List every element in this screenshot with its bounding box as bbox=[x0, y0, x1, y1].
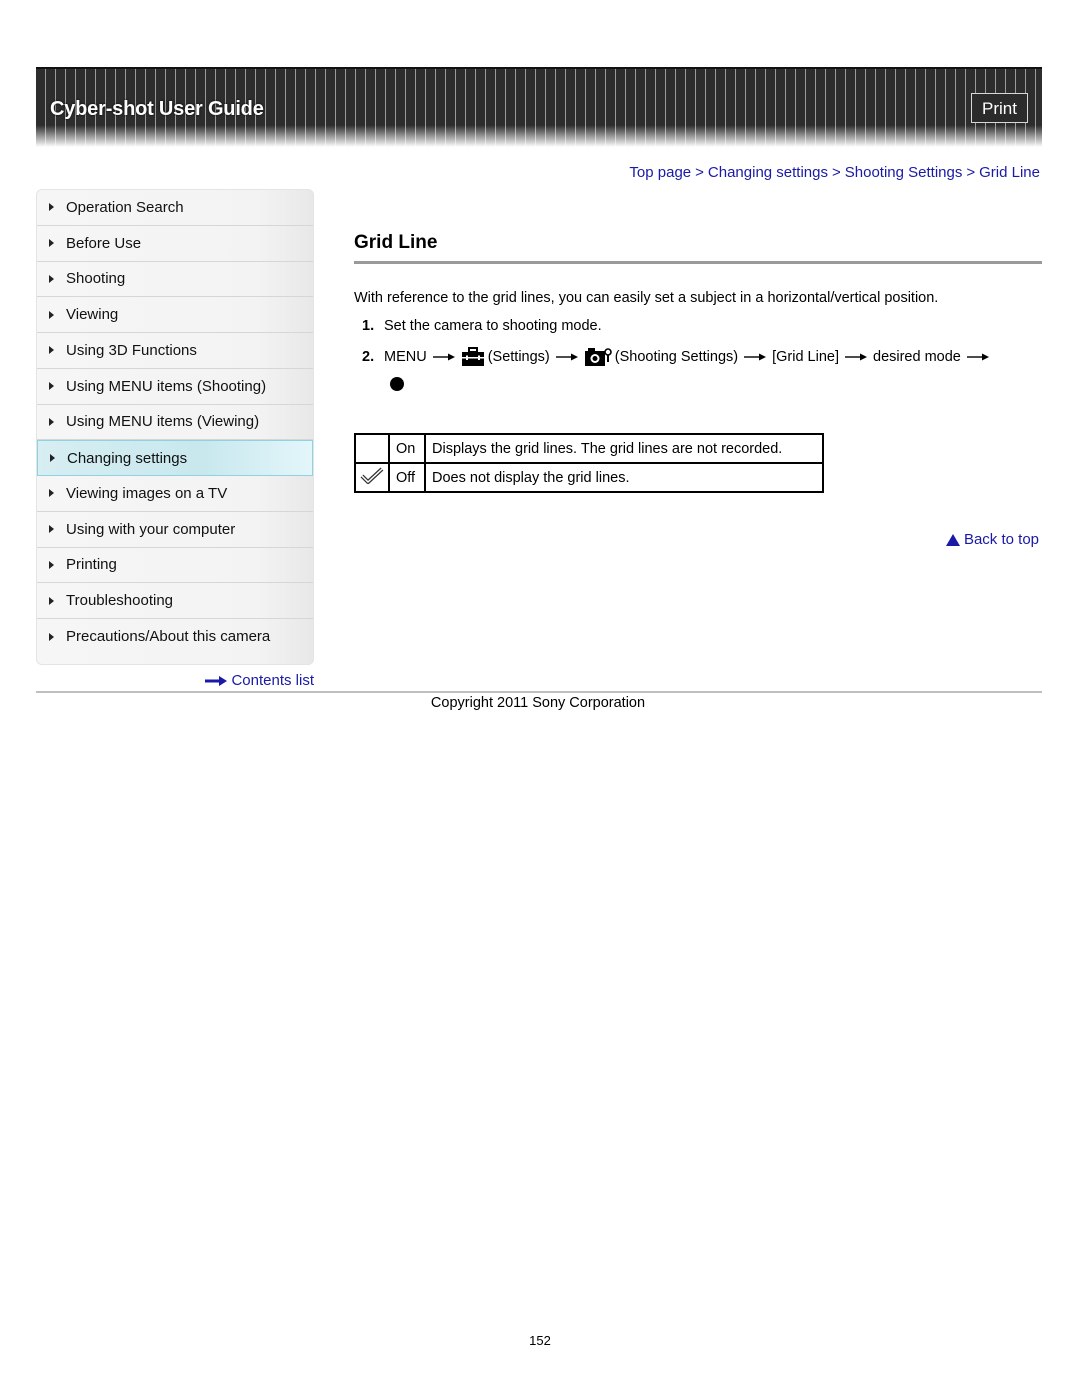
breadcrumb: Top page > Changing settings > Shooting Sett… bbox=[629, 164, 1040, 181]
default-marker-cell bbox=[354, 462, 390, 493]
breadcrumb-separator: > bbox=[966, 164, 976, 181]
table-row: On Displays the grid lines. The grid lin… bbox=[354, 433, 824, 464]
sidebar-item-label: Troubleshooting bbox=[66, 592, 174, 610]
camera-settings-icon bbox=[584, 348, 612, 366]
triangle-right-icon bbox=[49, 560, 54, 569]
page-number: 152 bbox=[529, 1333, 551, 1348]
modes-table: On Displays the grid lines. The grid lin… bbox=[354, 433, 824, 493]
breadcrumb-changing-settings[interactable]: Changing settings bbox=[708, 164, 828, 181]
triangle-right-icon bbox=[49, 203, 54, 212]
step-text: Set the camera to shooting mode. bbox=[384, 318, 602, 334]
triangle-up-icon bbox=[945, 533, 960, 546]
contents-list-link[interactable]: Contents list bbox=[205, 672, 314, 689]
header-banner: Cyber-shot User Guide Print bbox=[36, 67, 1042, 147]
right-arrow-icon bbox=[432, 353, 455, 361]
intro-text: With reference to the grid lines, you ca… bbox=[354, 290, 939, 306]
sidebar-item-menu-shooting[interactable]: Using MENU items (Shooting) bbox=[37, 369, 313, 405]
checkmark-icon bbox=[360, 467, 384, 484]
back-to-top-label: Back to top bbox=[963, 531, 1039, 548]
print-button[interactable]: Print bbox=[971, 93, 1028, 123]
triangle-right-icon bbox=[49, 632, 54, 641]
step-1: 1. Set the camera to shooting mode. bbox=[362, 318, 602, 334]
breadcrumb-shooting-settings[interactable]: Shooting Settings bbox=[845, 164, 963, 181]
breadcrumb-top-page[interactable]: Top page bbox=[629, 164, 691, 181]
mode-description: Displays the grid lines. The grid lines … bbox=[424, 433, 824, 464]
settings-label: (Settings) bbox=[487, 349, 550, 365]
sidebar-item-label: Precautions/About this camera bbox=[66, 628, 271, 646]
table-row: Off Does not display the grid lines. bbox=[354, 462, 824, 493]
sidebar-item-label: Viewing images on a TV bbox=[66, 484, 228, 502]
right-arrow-icon bbox=[966, 353, 989, 361]
sidebar-item-using-with-computer[interactable]: Using with your computer bbox=[37, 512, 313, 548]
page-title: Grid Line bbox=[354, 232, 438, 253]
sidebar-item-precautions[interactable]: Precautions/About this camera bbox=[37, 619, 313, 655]
sidebar-item-label: Shooting bbox=[66, 270, 126, 288]
default-marker-cell bbox=[354, 433, 390, 464]
triangle-right-icon bbox=[49, 310, 54, 319]
triangle-right-icon bbox=[49, 596, 54, 605]
sidebar-item-label: Using 3D Functions bbox=[66, 341, 197, 359]
right-arrow-icon bbox=[845, 353, 867, 361]
triangle-right-icon bbox=[50, 454, 55, 463]
sidebar-item-viewing[interactable]: Viewing bbox=[37, 297, 313, 333]
sidebar-item-operation-search[interactable]: Operation Search bbox=[37, 190, 313, 226]
triangle-right-icon bbox=[49, 239, 54, 248]
sidebar-item-using-3d-functions[interactable]: Using 3D Functions bbox=[37, 333, 313, 369]
breadcrumb-separator: > bbox=[695, 164, 704, 181]
right-arrow-icon bbox=[205, 675, 228, 686]
back-to-top-link[interactable]: Back to top bbox=[945, 531, 1039, 548]
breadcrumb-grid-line[interactable]: Grid Line bbox=[979, 164, 1040, 181]
breadcrumb-separator: > bbox=[832, 164, 841, 181]
footer-divider bbox=[36, 691, 1042, 693]
step-number: 1. bbox=[362, 318, 375, 334]
right-arrow-icon bbox=[744, 353, 767, 361]
grid-line-label: [Grid Line] bbox=[772, 349, 839, 365]
sidebar-item-changing-settings[interactable]: Changing settings bbox=[37, 440, 313, 476]
sidebar-item-label: Operation Search bbox=[66, 198, 184, 216]
menu-label: MENU bbox=[384, 349, 427, 365]
sidebar-item-label: Printing bbox=[66, 556, 117, 574]
shooting-settings-label: (Shooting Settings) bbox=[614, 349, 739, 365]
sidebar-item-label: Using MENU items (Shooting) bbox=[66, 377, 267, 395]
right-arrow-icon bbox=[555, 353, 578, 361]
sidebar-item-shooting[interactable]: Shooting bbox=[37, 262, 313, 298]
sidebar-item-label: Changing settings bbox=[67, 449, 188, 467]
mode-name: On bbox=[388, 433, 426, 464]
triangle-right-icon bbox=[49, 489, 54, 498]
desired-mode-label: desired mode bbox=[873, 349, 961, 365]
sidebar-item-label: Using with your computer bbox=[66, 520, 236, 538]
sidebar-item-troubleshooting[interactable]: Troubleshooting bbox=[37, 583, 313, 619]
sidebar-nav: Operation Search Before Use Shooting Vie… bbox=[36, 189, 314, 665]
sidebar-item-menu-viewing[interactable]: Using MENU items (Viewing) bbox=[37, 405, 313, 441]
step-2: 2. MENU (Settings) (Shooting Settings) [… bbox=[362, 344, 995, 370]
triangle-right-icon bbox=[49, 346, 54, 355]
mode-name: Off bbox=[388, 462, 426, 493]
step-number: 2. bbox=[362, 349, 375, 365]
title-divider bbox=[354, 261, 1042, 264]
sidebar-item-label: Before Use bbox=[66, 234, 142, 252]
triangle-right-icon bbox=[49, 417, 54, 426]
mode-description: Does not display the grid lines. bbox=[424, 462, 824, 493]
bullet-icon bbox=[390, 377, 404, 391]
contents-list-label: Contents list bbox=[231, 672, 314, 689]
toolbox-settings-icon bbox=[461, 347, 484, 366]
sidebar-item-before-use[interactable]: Before Use bbox=[37, 226, 313, 262]
sidebar-item-viewing-on-tv[interactable]: Viewing images on a TV bbox=[37, 476, 313, 512]
triangle-right-icon bbox=[49, 525, 54, 534]
copyright-text: Copyright 2011 Sony Corporation bbox=[430, 695, 646, 711]
triangle-right-icon bbox=[49, 274, 54, 283]
triangle-right-icon bbox=[49, 382, 54, 391]
guide-title: Cyber-shot User Guide bbox=[50, 98, 264, 120]
sidebar-item-printing[interactable]: Printing bbox=[37, 548, 313, 584]
sidebar-item-label: Using MENU items (Viewing) bbox=[66, 413, 260, 431]
sidebar-item-label: Viewing bbox=[66, 306, 119, 324]
